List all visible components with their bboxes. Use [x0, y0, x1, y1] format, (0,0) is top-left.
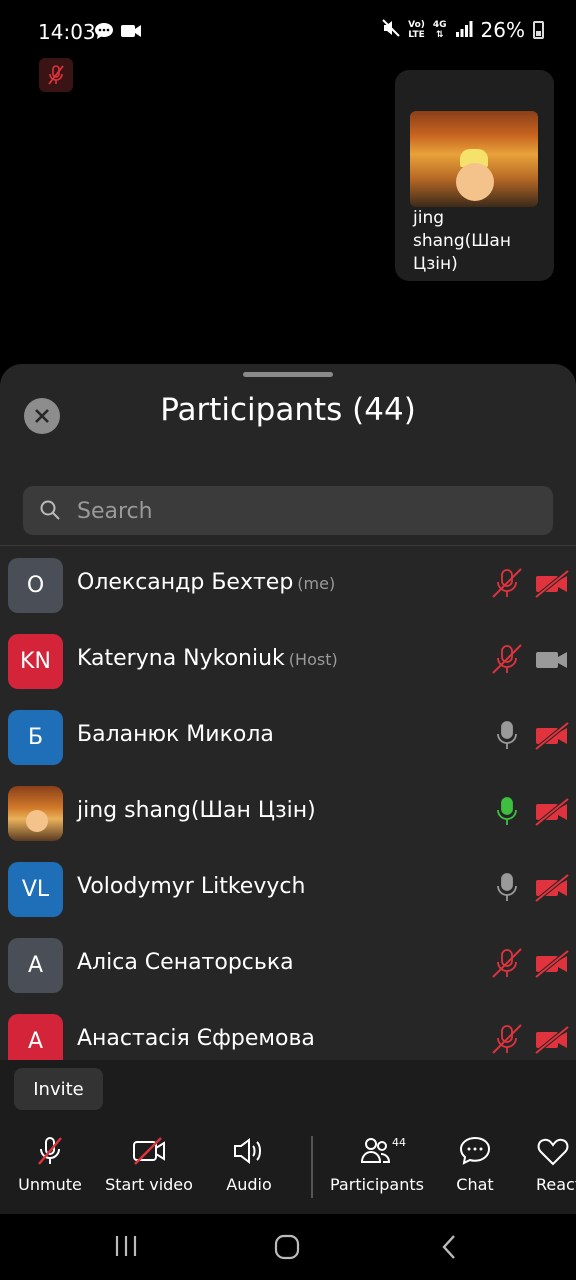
close-icon — [35, 409, 49, 423]
search-input[interactable] — [75, 486, 539, 537]
mic-muted-icon — [490, 946, 524, 984]
mic-off-icon — [38, 1137, 62, 1165]
drag-handle[interactable] — [243, 372, 333, 377]
recent-apps-button[interactable] — [114, 1234, 138, 1262]
participant-avatar — [8, 786, 63, 841]
battery-icon — [533, 21, 544, 39]
mic-muted-icon — [490, 566, 524, 604]
participant-avatar: А — [8, 1014, 63, 1060]
participants-icon — [360, 1138, 391, 1163]
volte-indicator: Vo) LTE — [408, 20, 425, 40]
toolbar-separator — [311, 1136, 313, 1198]
video-icon — [534, 646, 570, 678]
home-icon — [274, 1234, 300, 1260]
participant-row[interactable]: VL Volodymyr Litkevych — [0, 856, 576, 932]
speaker-icon — [234, 1138, 261, 1164]
start-video-button[interactable]: Start video — [104, 1134, 194, 1194]
signal-strength-icon — [455, 18, 473, 42]
video-tile-name: jing shang(Шан Цзін) — [413, 208, 511, 274]
participant-name: Аліса Сенаторська — [77, 950, 294, 975]
unmute-button[interactable]: Unmute — [18, 1134, 82, 1194]
participant-name: Баланюк Микола — [77, 722, 274, 747]
mic-off-icon — [48, 65, 64, 85]
video-off-icon — [534, 873, 570, 906]
status-bar: 14:03 Vo) LTE 4G ⇅ 26% — [0, 0, 576, 62]
mic-icon — [490, 870, 524, 908]
chat-icon — [459, 1136, 491, 1165]
participants-title: Participants (44) — [160, 392, 416, 428]
mic-muted-icon — [490, 642, 524, 680]
recent-apps-icon — [115, 1236, 137, 1256]
close-button[interactable] — [24, 398, 60, 434]
participant-row[interactable]: Б Баланюк Микола — [0, 704, 576, 780]
message-notification-icon — [94, 22, 114, 44]
network-type-indicator: 4G ⇅ — [432, 20, 447, 40]
back-icon — [442, 1235, 455, 1259]
reaction-heart-icon — [537, 1138, 569, 1166]
participant-row[interactable]: А Анастасія Єфремова — [0, 1008, 576, 1060]
participant-role: (me) — [297, 574, 336, 593]
participant-row[interactable]: jing shang(Шан Цзін) — [0, 780, 576, 856]
search-icon — [39, 499, 61, 525]
battery-percent: 26% — [480, 18, 525, 42]
status-time: 14:03 — [38, 20, 96, 44]
back-button[interactable] — [440, 1234, 458, 1264]
participant-video-tile[interactable]: jing shang(Шан Цзін) — [395, 70, 554, 281]
participant-name: Volodymyr Litkevych — [77, 874, 306, 899]
participant-name: Kateryna Nykoniuk (Host) — [77, 646, 338, 671]
participant-role: (Host) — [288, 650, 338, 669]
video-off-icon — [534, 721, 570, 754]
audio-button[interactable]: Audio — [220, 1134, 278, 1194]
participant-avatar: O — [8, 558, 63, 613]
video-off-icon — [534, 797, 570, 830]
invite-button[interactable]: Invite — [14, 1068, 103, 1110]
search-box[interactable] — [23, 486, 553, 537]
reactions-button[interactable]: React — [536, 1134, 576, 1194]
video-off-icon — [133, 1137, 165, 1165]
video-off-icon — [534, 569, 570, 602]
video-camera-notification-icon — [120, 23, 142, 43]
participant-avatar: KN — [8, 634, 63, 689]
participants-button[interactable]: 44 Participants — [330, 1134, 424, 1194]
participant-avatar: A — [8, 938, 63, 993]
participant-name: jing shang(Шан Цзін) — [77, 798, 316, 823]
participant-row[interactable]: A Аліса Сенаторська — [0, 932, 576, 1008]
participant-name: Олександр Бехтер (me) — [77, 570, 336, 595]
video-off-icon — [534, 1025, 570, 1058]
home-button[interactable] — [274, 1234, 300, 1264]
participant-avatar: Б — [8, 710, 63, 765]
video-off-icon — [534, 949, 570, 982]
mic-icon — [490, 718, 524, 756]
participants-count-badge: 44 — [392, 1136, 406, 1149]
mic-icon — [490, 794, 524, 832]
chat-button[interactable]: Chat — [450, 1134, 500, 1194]
system-navigation-bar — [0, 1214, 576, 1280]
self-mic-muted-indicator — [39, 58, 73, 92]
participants-list: O Олександр Бехтер (me) KN Kateryna Nykoniuk… — [0, 552, 576, 1060]
participant-avatar: VL — [8, 862, 63, 917]
participant-row[interactable]: O Олександр Бехтер (me) — [0, 552, 576, 628]
mute-speaker-icon — [382, 18, 400, 42]
divider — [0, 545, 576, 546]
participant-row[interactable]: KN Kateryna Nykoniuk (Host) — [0, 628, 576, 704]
participant-name: Анастасія Єфремова — [77, 1026, 315, 1051]
mic-muted-icon — [490, 1022, 524, 1060]
meeting-toolbar: Unmute Start video Audio 44 Participants… — [0, 1122, 576, 1214]
participant-video-thumbnail — [410, 111, 538, 207]
